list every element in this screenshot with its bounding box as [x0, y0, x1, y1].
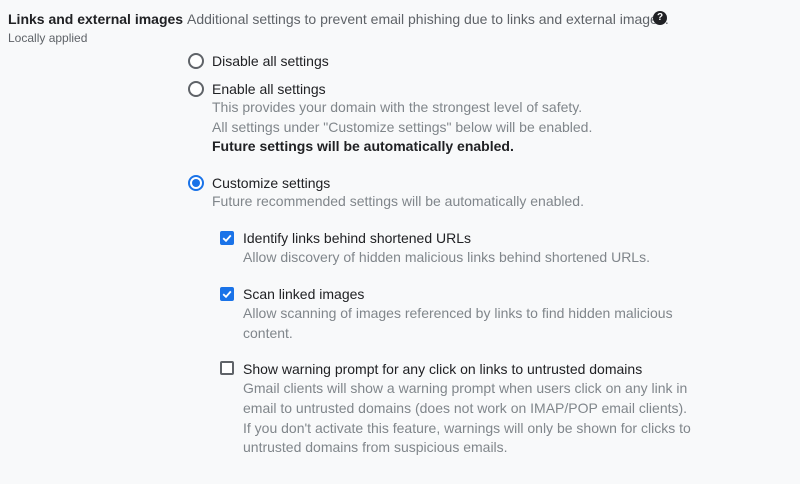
customize-help: Future recommended settings will be auto… — [212, 193, 584, 209]
help-icon[interactable]: ? — [653, 11, 667, 25]
warning-prompt-checkbox[interactable] — [220, 361, 234, 375]
checkmark-icon — [222, 290, 232, 299]
section-description: Additional settings to prevent email phi… — [187, 11, 669, 27]
enable-all-help-line2: All settings under "Customize settings" … — [212, 119, 593, 135]
linked-images-help-line2: content. — [243, 325, 293, 341]
checkmark-icon — [222, 234, 232, 243]
linked-images-label[interactable]: Scan linked images — [243, 286, 364, 302]
enable-all-help-line1: This provides your domain with the stron… — [212, 99, 583, 115]
disable-all-radio[interactable] — [188, 53, 204, 69]
shortened-urls-label[interactable]: Identify links behind shortened URLs — [243, 230, 471, 246]
enable-all-radio[interactable] — [188, 81, 204, 97]
warning-prompt-help-line3: If you don't activate this feature, warn… — [243, 420, 691, 436]
warning-prompt-label[interactable]: Show warning prompt for any click on lin… — [243, 361, 642, 377]
shortened-urls-help: Allow discovery of hidden malicious link… — [243, 249, 650, 265]
warning-prompt-help-line2: email to untrusted domains (does not wor… — [243, 400, 688, 416]
disable-all-label[interactable]: Disable all settings — [212, 53, 329, 69]
enable-all-label[interactable]: Enable all settings — [212, 81, 326, 97]
enable-all-help-strong: Future settings will be automatically en… — [212, 138, 514, 154]
customize-label[interactable]: Customize settings — [212, 175, 330, 191]
section-title: Links and external images — [8, 11, 184, 27]
warning-prompt-help-line1: Gmail clients will show a warning prompt… — [243, 380, 688, 396]
linked-images-checkbox[interactable] — [220, 287, 234, 301]
warning-prompt-help-line4: untrusted domains from suspicious emails… — [243, 439, 508, 455]
customize-radio[interactable] — [188, 175, 204, 191]
linked-images-help-line1: Allow scanning of images referenced by l… — [243, 305, 673, 321]
shortened-urls-checkbox[interactable] — [220, 231, 234, 245]
settings-page: Links and external images Locally applie… — [0, 0, 800, 484]
section-status: Locally applied — [8, 31, 88, 45]
